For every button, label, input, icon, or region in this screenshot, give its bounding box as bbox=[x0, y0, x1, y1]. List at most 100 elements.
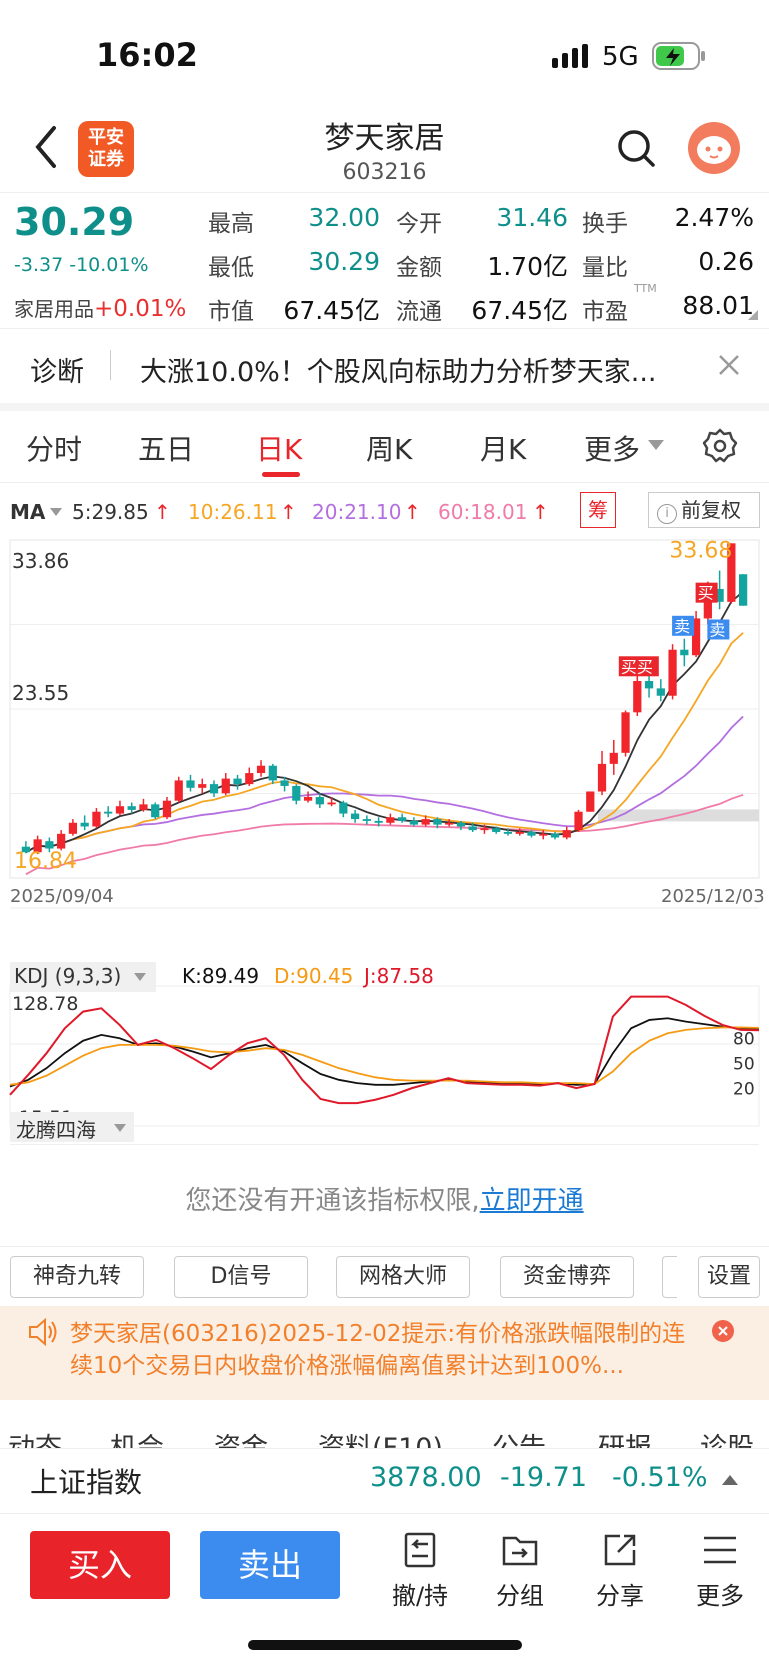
kdj-d-value: D:90.45 bbox=[274, 964, 354, 988]
low-value: 30.29 bbox=[308, 247, 380, 276]
indicator-selector[interactable]: 龙腾四海 bbox=[10, 1112, 134, 1142]
tab-five-day[interactable]: 五日 bbox=[138, 428, 194, 468]
more-button[interactable]: 更多 bbox=[680, 1530, 760, 1611]
speaker-icon bbox=[29, 1318, 57, 1346]
signal-text: 卖 bbox=[709, 620, 725, 639]
pe-value: 88.01 bbox=[682, 291, 754, 320]
activate-link[interactable]: 立即开通 bbox=[480, 1186, 584, 1216]
amount-label: 金额 bbox=[396, 255, 442, 281]
candle-body bbox=[280, 780, 289, 786]
tool-grid-master[interactable]: 网格大师 bbox=[336, 1256, 470, 1298]
tab-opportunity[interactable]: 机会 bbox=[110, 1426, 164, 1448]
candle-body bbox=[92, 811, 101, 827]
gear-icon[interactable] bbox=[702, 428, 738, 464]
tab-funds[interactable]: 资金 bbox=[214, 1426, 268, 1448]
network-type: 5G bbox=[602, 42, 639, 72]
tab-news[interactable]: 动态 bbox=[8, 1426, 62, 1448]
candle-body bbox=[186, 780, 195, 788]
ma-dropdown-icon[interactable] bbox=[50, 508, 62, 516]
tab-f10[interactable]: 资料(F10) bbox=[318, 1426, 443, 1448]
home-indicator bbox=[248, 1640, 522, 1650]
price-change: -3.37 -10.01% bbox=[14, 254, 149, 276]
cancel-hold-button[interactable]: 撤/持 bbox=[380, 1530, 460, 1611]
ma20-arrow-icon: ↑ bbox=[404, 500, 421, 524]
active-tab-indicator bbox=[262, 472, 300, 477]
search-icon[interactable] bbox=[616, 128, 656, 168]
diagnosis-label: 诊断 bbox=[30, 357, 84, 388]
tool-fund-game[interactable]: 资金博弈 bbox=[500, 1256, 634, 1298]
float-value: 67.45亿 bbox=[471, 296, 568, 325]
tab-diagnose[interactable]: 诊股 bbox=[700, 1426, 754, 1448]
signal-text: 买买 bbox=[621, 657, 653, 676]
candle-body bbox=[492, 828, 501, 832]
mktcap-label: 市值 bbox=[208, 299, 254, 325]
turnover-label: 换手 bbox=[582, 211, 628, 237]
tab-announcements[interactable]: 公告 bbox=[492, 1426, 546, 1448]
ma20-line bbox=[25, 715, 744, 854]
chevron-down-icon bbox=[648, 440, 664, 450]
tab-research[interactable]: 研报 bbox=[598, 1426, 652, 1448]
index-pct: -0.51% bbox=[612, 1462, 708, 1493]
index-name: 上证指数 bbox=[30, 1466, 143, 1499]
diagnosis-text[interactable]: 大涨10.0%！个股风向标助力分析梦天家... bbox=[140, 350, 700, 389]
sector-change[interactable]: 家居用品+0.01% bbox=[14, 293, 186, 322]
candle-body bbox=[374, 820, 383, 823]
close-icon[interactable] bbox=[718, 354, 740, 376]
candle-body bbox=[409, 820, 419, 825]
ma-label[interactable]: MA bbox=[10, 500, 45, 524]
tool-nine-turns[interactable]: 神奇九转 bbox=[10, 1256, 144, 1298]
tab-intraday[interactable]: 分时 bbox=[26, 428, 82, 468]
chip-button[interactable]: 筹 bbox=[580, 492, 616, 528]
pe-label: 市盈 bbox=[582, 299, 628, 325]
candle-body bbox=[539, 833, 548, 836]
candle-body bbox=[386, 817, 395, 823]
tab-more[interactable]: 更多 bbox=[584, 428, 640, 468]
candle-body bbox=[151, 804, 160, 818]
turnover-value: 2.47% bbox=[674, 203, 754, 232]
signal-text: 买 bbox=[698, 584, 714, 603]
tool-d-signal[interactable]: D信号 bbox=[174, 1256, 308, 1298]
index-bar[interactable]: 上证指数 3878.00 -19.71 -0.51% bbox=[0, 1448, 769, 1514]
candle-body bbox=[680, 649, 689, 656]
candle-body bbox=[104, 811, 113, 814]
kdj-level-label: 80 bbox=[733, 1030, 755, 1050]
kdj-selector[interactable]: KDJ (9,3,3) bbox=[10, 962, 156, 992]
notice-close-icon[interactable] bbox=[712, 1320, 734, 1342]
candle-body bbox=[198, 784, 207, 788]
battery-icon bbox=[652, 42, 705, 70]
signal-icon bbox=[552, 44, 588, 68]
candle-body bbox=[668, 649, 677, 696]
cancel-hold-icon bbox=[404, 1532, 436, 1568]
price-chart[interactable]: 33.86 23.55 33.68 16.84 买卖买买 卖 2025/09/04 2025/… bbox=[0, 538, 769, 1178]
candle-body bbox=[127, 806, 136, 810]
adjust-button[interactable]: i 前复权 bbox=[648, 492, 760, 528]
candle-body bbox=[233, 778, 242, 785]
chevron-up-icon[interactable] bbox=[722, 1473, 738, 1485]
tab-weekly-k[interactable]: 周K bbox=[366, 428, 412, 468]
group-button[interactable]: 分组 bbox=[480, 1530, 560, 1611]
sell-button[interactable]: 卖出 bbox=[200, 1531, 340, 1599]
kdj-level-label: 50 bbox=[733, 1055, 755, 1075]
buy-button[interactable]: 买入 bbox=[30, 1531, 170, 1599]
assistant-avatar[interactable] bbox=[688, 122, 740, 174]
current-price: 30.29 bbox=[14, 200, 135, 244]
candle-body bbox=[739, 574, 748, 606]
x-start-label: 2025/09/04 bbox=[10, 886, 114, 907]
expand-corner-icon[interactable] bbox=[748, 310, 758, 320]
candle-body bbox=[362, 819, 371, 821]
tab-monthly-k[interactable]: 月K bbox=[480, 428, 526, 468]
indicator-divider bbox=[10, 1144, 759, 1145]
tab-daily-k[interactable]: 日K bbox=[256, 428, 302, 468]
share-button[interactable]: 分享 bbox=[580, 1530, 660, 1611]
candle-body bbox=[315, 796, 324, 805]
candle-body bbox=[245, 773, 254, 785]
candle-body bbox=[57, 833, 66, 849]
candle-body bbox=[515, 831, 524, 834]
ma60-arrow-icon: ↑ bbox=[532, 500, 549, 524]
high-value: 32.00 bbox=[308, 203, 380, 232]
tool-partial[interactable] bbox=[662, 1256, 677, 1298]
candle-body bbox=[209, 784, 219, 794]
tool-settings[interactable]: 设置 bbox=[698, 1256, 760, 1298]
folder-icon bbox=[502, 1536, 538, 1566]
kdj-k-value: K:89.49 bbox=[182, 964, 260, 988]
